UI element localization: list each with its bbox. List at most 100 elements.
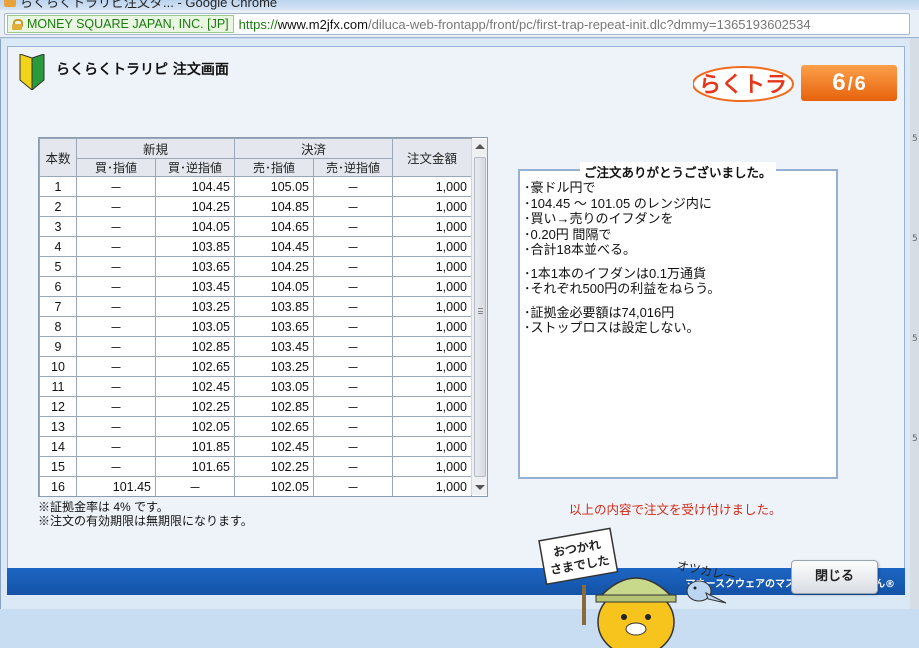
summary-line: ･買い→売りのイフダンを bbox=[524, 211, 674, 226]
table-row: 4 － 103.85 104.45 － 1,000 bbox=[39, 236, 472, 257]
amount-cell: 1,000 bbox=[392, 236, 472, 257]
row-number: 15 bbox=[39, 456, 77, 477]
rakutora-logo-icon: らくトラ bbox=[693, 66, 794, 102]
table-row: 15 － 101.65 102.25 － 1,000 bbox=[39, 456, 472, 477]
mascot-illustration-icon: おつかれ さまでした オツカレー bbox=[538, 527, 737, 648]
secure-badge[interactable]: MONEY SQUARE JAPAN, INC. [JP] bbox=[7, 15, 234, 33]
sell-stop-cell: － bbox=[314, 497, 393, 498]
scroll-down-arrow-icon[interactable] bbox=[475, 485, 485, 490]
orders-table-body: 1 － 104.45 105.05 － 1,000 2 － 104.25 104.85 － 1,000… bbox=[39, 176, 472, 498]
amount-cell: 1,000 bbox=[393, 497, 472, 498]
buy-limit-cell: － bbox=[76, 436, 156, 457]
buy-limit-cell: － bbox=[76, 296, 156, 317]
sell-limit-cell: 104.65 bbox=[234, 216, 314, 237]
sell-stop-cell: － bbox=[313, 216, 393, 237]
sell-stop-cell: － bbox=[313, 316, 393, 337]
summary-line: ･合計18本並べる。 bbox=[524, 242, 636, 257]
notes: ※証拠金率は 4% です。 ※注文の有効期限は無期限になります。 bbox=[38, 500, 253, 528]
amount-cell: 1,000 bbox=[392, 216, 472, 237]
sell-limit-cell: 102.05 bbox=[234, 476, 314, 496]
step-total: 6 bbox=[854, 73, 866, 95]
summary-line: ･証拠金必要額は74,016円 bbox=[524, 304, 675, 320]
sell-limit-cell: 103.25 bbox=[234, 356, 314, 377]
sell-limit-cell: 102.65 bbox=[234, 416, 314, 437]
row-number: 5 bbox=[39, 256, 77, 277]
summary-line: ･それぞれ500円の利益をねらう。 bbox=[524, 281, 721, 296]
buy-limit-cell: － bbox=[76, 356, 156, 377]
buy-stop-cell: 103.65 bbox=[155, 256, 235, 277]
sell-limit-cell: 104.85 bbox=[234, 196, 314, 217]
sell-stop-cell: － bbox=[313, 376, 393, 397]
window-title: らくらくトラリピ注文ダ... - Google Chrome bbox=[20, 0, 278, 10]
amount-cell: 1,000 bbox=[392, 176, 472, 197]
order-summary: ･豪ドル円で ･104.45 ～ 101.05 のレンジ内に ･買い→売りのイフ… bbox=[524, 180, 720, 336]
row-number: 7 bbox=[39, 296, 77, 317]
thank-you-title: ご注文ありがとうございました。 bbox=[580, 162, 776, 181]
table-row: 14 － 101.85 102.45 － 1,000 bbox=[39, 436, 472, 457]
buy-limit-cell: － bbox=[76, 256, 156, 277]
buy-stop-cell: 103.85 bbox=[155, 236, 235, 257]
buy-limit-cell: － bbox=[76, 176, 156, 197]
amount-cell: 1,000 bbox=[392, 256, 472, 277]
buy-stop-cell: 103.45 bbox=[155, 276, 235, 297]
buy-limit-cell: － bbox=[76, 196, 156, 217]
header-buy-stop: 買･逆指値 bbox=[155, 158, 235, 177]
row-number: 4 bbox=[39, 236, 77, 257]
row-number: 16 bbox=[39, 476, 77, 496]
amount-cell: 1,000 bbox=[392, 476, 472, 496]
orders-table-container[interactable]: 本数 新規 決済 注文金額 買･指値 買･逆指値 売･指値 売･逆指値 1 － 10… bbox=[38, 137, 488, 497]
orders-table: 本数 新規 決済 注文金額 買･指値 買･逆指値 売･指値 売･逆指値 1 － 10… bbox=[39, 138, 472, 498]
summary-line: ･ストップロスは設定しない。 bbox=[524, 320, 700, 335]
buy-stop-cell: 101.85 bbox=[155, 436, 235, 457]
confirmation-message: 以上の内容で注文を受け付けました。 bbox=[569, 502, 782, 517]
table-row: 11 － 102.45 103.05 － 1,000 bbox=[39, 376, 472, 397]
amount-cell: 1,000 bbox=[392, 316, 472, 337]
header-amount: 注文金額 bbox=[392, 138, 472, 177]
buy-stop-cell: 101.65 bbox=[155, 456, 235, 477]
thank-you-box: ご注文ありがとうございました。 ･豪ドル円で ･104.45 ～ 101.05 … bbox=[518, 162, 838, 479]
step-current: 6 bbox=[832, 69, 846, 96]
step-separator: / bbox=[847, 74, 853, 94]
buy-limit-cell: － bbox=[76, 456, 156, 477]
row-number: 2 bbox=[39, 196, 77, 217]
url-path: /diluca-web-frontapp/front/pc/first-trap… bbox=[368, 16, 811, 32]
popup-window: らくらくトラリピ 注文画面 らくトラ 6/6 本数 新規 決済 注文金額 買･指… bbox=[0, 39, 910, 648]
summary-line: ･0.20円 間隔で bbox=[524, 226, 612, 242]
buy-limit-cell: － bbox=[76, 236, 156, 257]
sell-stop-cell: － bbox=[313, 296, 393, 317]
row-number: 9 bbox=[39, 336, 77, 357]
buy-limit-cell: － bbox=[76, 276, 156, 297]
table-row: 10 － 102.65 103.25 － 1,000 bbox=[39, 356, 472, 377]
table-scrollbar[interactable] bbox=[471, 139, 487, 495]
summary-line: ･豪ドル円で bbox=[524, 180, 596, 195]
url-input[interactable]: MONEY SQUARE JAPAN, INC. [JP] https:// w… bbox=[4, 13, 910, 35]
table-row: 3 － 104.05 104.65 － 1,000 bbox=[39, 216, 472, 237]
buy-limit-cell: － bbox=[76, 376, 156, 397]
buy-limit-cell: － bbox=[76, 316, 156, 337]
buy-limit-cell: － bbox=[76, 336, 156, 357]
table-row: 9 － 102.85 103.45 － 1,000 bbox=[39, 336, 472, 357]
buy-limit-cell: － bbox=[76, 216, 156, 237]
buy-stop-cell: 103.05 bbox=[155, 316, 235, 337]
sell-limit-cell: 103.65 bbox=[234, 316, 314, 337]
header-sell-stop: 売･逆指値 bbox=[313, 158, 393, 177]
sell-limit-cell: 104.25 bbox=[234, 256, 314, 277]
table-row: 8 － 103.05 103.65 － 1,000 bbox=[39, 316, 472, 337]
scroll-thumb[interactable] bbox=[474, 157, 486, 477]
sell-stop-cell: － bbox=[313, 396, 393, 417]
table-row: 13 － 102.05 102.65 － 1,000 bbox=[39, 416, 472, 437]
note-margin-rate: ※証拠金率は 4% です。 bbox=[38, 500, 169, 514]
buy-limit-cell: － bbox=[76, 396, 156, 417]
scroll-grip-icon bbox=[478, 308, 483, 314]
bird-speech: オツカレー bbox=[675, 558, 737, 584]
table-row: 7 － 103.25 103.85 － 1,000 bbox=[39, 296, 472, 317]
amount-cell: 1,000 bbox=[392, 416, 472, 437]
url-host: www.m2jfx.com bbox=[277, 16, 368, 32]
background-page-edge: 5555 bbox=[910, 39, 919, 609]
amount-cell: 1,000 bbox=[392, 436, 472, 457]
close-button[interactable]: 閉じる bbox=[791, 560, 878, 594]
header-buy-limit: 買･指値 bbox=[76, 158, 156, 177]
scroll-up-arrow-icon[interactable] bbox=[475, 144, 485, 149]
browser-title-bar: らくらくトラリピ注文ダ... - Google Chrome bbox=[0, 0, 919, 10]
row-number: 11 bbox=[39, 376, 77, 397]
